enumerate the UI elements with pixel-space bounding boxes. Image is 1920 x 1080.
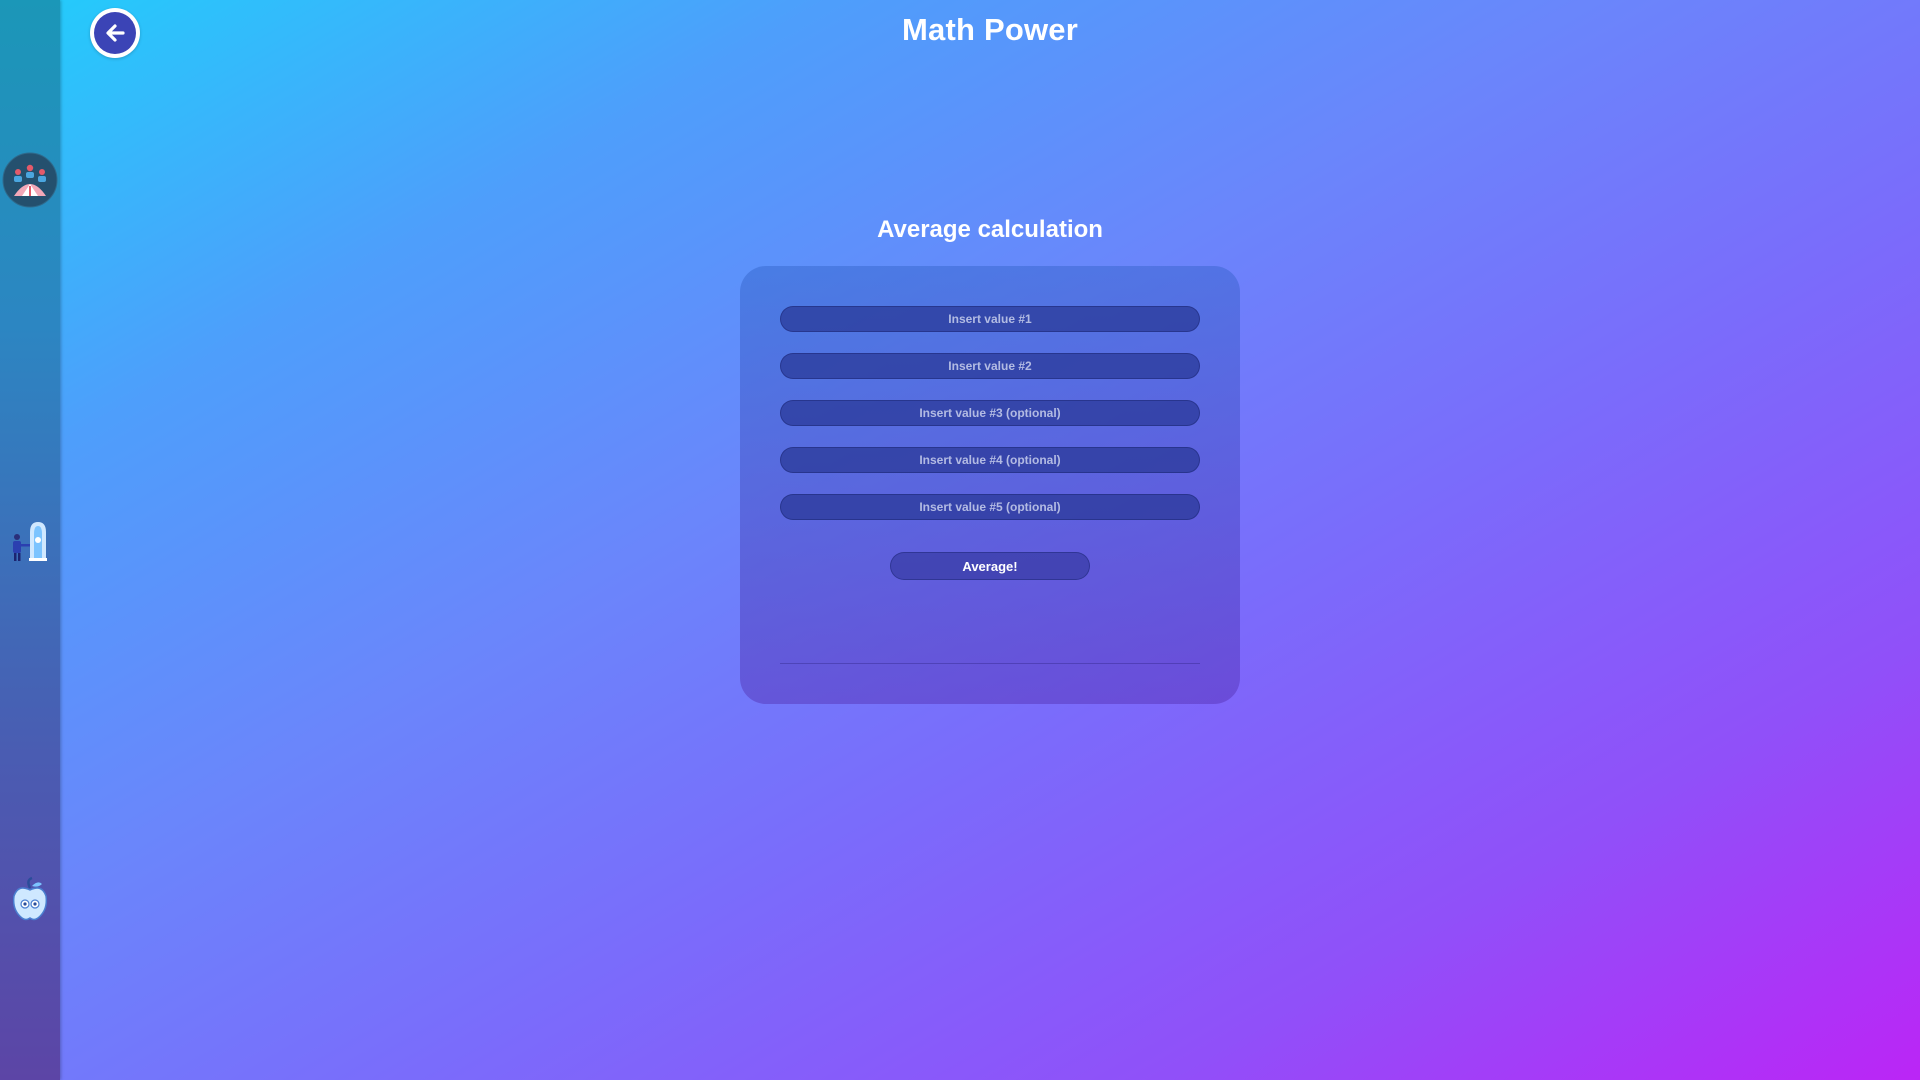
- result-divider: [780, 663, 1200, 664]
- average-button[interactable]: Average!: [890, 552, 1090, 580]
- value-4-input[interactable]: [780, 447, 1200, 473]
- sidebar-item-apple[interactable]: [2, 872, 58, 928]
- value-3-input[interactable]: [780, 400, 1200, 426]
- value-1-input[interactable]: [780, 306, 1200, 332]
- group-dashboard-icon: [2, 152, 58, 208]
- sidebar-item-group[interactable]: [2, 152, 58, 208]
- value-2-input[interactable]: [780, 353, 1200, 379]
- person-building-icon: [13, 522, 47, 561]
- average-calculator-card: Average!: [740, 266, 1240, 704]
- value-5-input[interactable]: [780, 494, 1200, 520]
- apple-icon: [12, 876, 48, 921]
- sidebar: [0, 0, 60, 1080]
- calculator-title: Average calculation: [877, 216, 1103, 243]
- sidebar-item-person[interactable]: [2, 512, 58, 568]
- app-title: Math Power: [902, 12, 1078, 47]
